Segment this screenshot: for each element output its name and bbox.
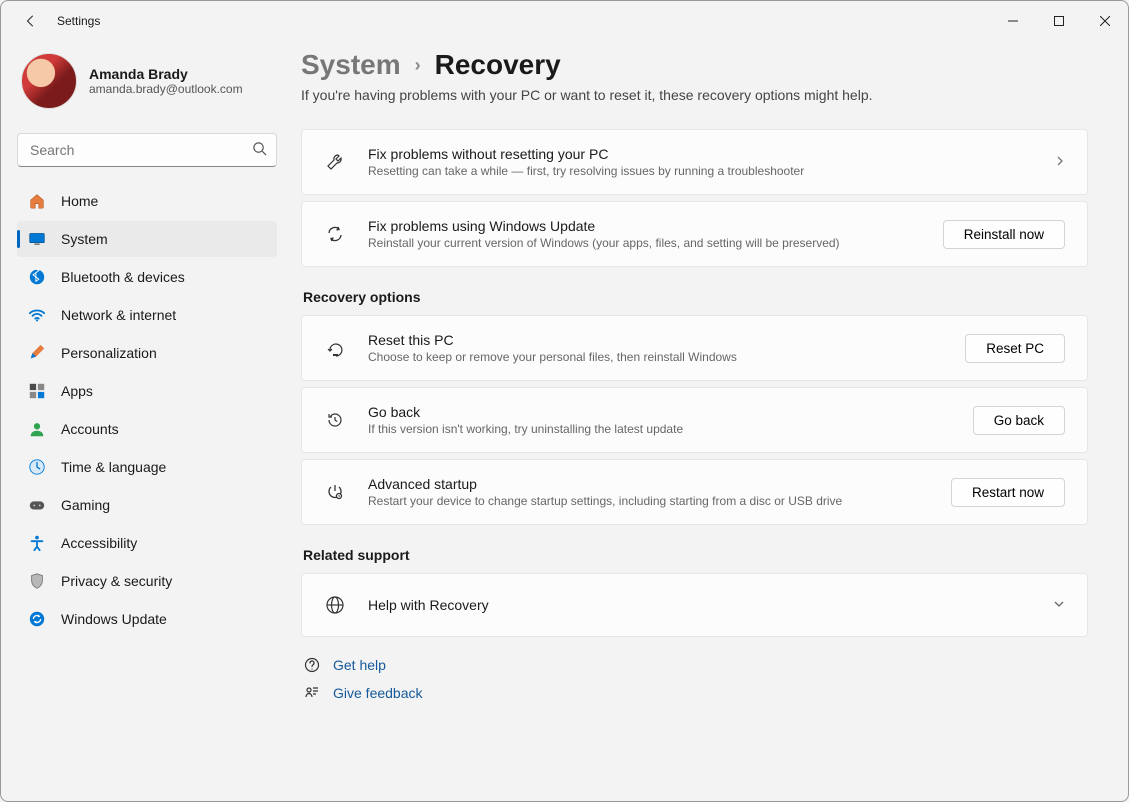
- related-card-title: Help with Recovery: [368, 597, 1031, 613]
- bluetooth-icon: [27, 267, 47, 287]
- nav-item-bluetooth-devices[interactable]: Bluetooth & devices: [17, 259, 277, 295]
- home-icon: [27, 191, 47, 211]
- breadcrumb-current: Recovery: [435, 49, 561, 81]
- section-related-title: Related support: [303, 547, 1088, 563]
- card-go-back: Go back If this version isn't working, tr…: [301, 387, 1088, 453]
- give-feedback-label: Give feedback: [333, 685, 423, 701]
- personalization-icon: [27, 343, 47, 363]
- card-title: Fix problems using Windows Update: [368, 218, 921, 234]
- breadcrumb-parent[interactable]: System: [301, 49, 401, 81]
- nav-label: Apps: [61, 383, 93, 399]
- restart-now-button[interactable]: Restart now: [951, 478, 1065, 507]
- minimize-button[interactable]: [990, 1, 1036, 41]
- get-help-link[interactable]: Get help: [303, 657, 1088, 673]
- nav-item-accessibility[interactable]: Accessibility: [17, 525, 277, 561]
- power-icon: [324, 481, 346, 503]
- reset-icon: [324, 337, 346, 359]
- nav-label: System: [61, 231, 108, 247]
- history-icon: [324, 409, 346, 431]
- search-input[interactable]: [17, 133, 277, 167]
- footer-links: Get help Give feedback: [301, 657, 1088, 701]
- system-icon: [27, 229, 47, 249]
- profile-email: amanda.brady@outlook.com: [89, 82, 243, 96]
- card-desc: Choose to keep or remove your personal f…: [368, 350, 943, 364]
- reinstall-now-button[interactable]: Reinstall now: [943, 220, 1065, 249]
- nav-label: Time & language: [61, 459, 166, 475]
- get-help-label: Get help: [333, 657, 386, 673]
- card-title: Go back: [368, 404, 951, 420]
- gaming-icon: [27, 495, 47, 515]
- help-with-recovery-card[interactable]: Help with Recovery: [301, 573, 1088, 637]
- go-back-button[interactable]: Go back: [973, 406, 1065, 435]
- globe-icon: [324, 594, 346, 616]
- chevron-right-icon: ›: [415, 55, 421, 76]
- reset-pc-button[interactable]: Reset PC: [965, 334, 1065, 363]
- nav-item-time-language[interactable]: Time & language: [17, 449, 277, 485]
- card-desc: Reinstall your current version of Window…: [368, 236, 921, 250]
- avatar: [21, 53, 77, 109]
- card-title: Advanced startup: [368, 476, 929, 492]
- give-feedback-link[interactable]: Give feedback: [303, 685, 1088, 701]
- chevron-right-icon: [1055, 154, 1065, 170]
- app-title: Settings: [57, 14, 100, 28]
- feedback-icon: [303, 685, 321, 701]
- profile-name: Amanda Brady: [89, 66, 243, 82]
- time-language-icon: [27, 457, 47, 477]
- nav-label: Personalization: [61, 345, 157, 361]
- nav-label: Windows Update: [61, 611, 167, 627]
- breadcrumb: System › Recovery: [301, 49, 1088, 81]
- maximize-button[interactable]: [1036, 1, 1082, 41]
- section-recovery-title: Recovery options: [303, 289, 1088, 305]
- profile-block[interactable]: Amanda Brady amanda.brady@outlook.com: [17, 49, 277, 125]
- close-button[interactable]: [1082, 1, 1128, 41]
- search-icon: [252, 141, 267, 159]
- nav-label: Network & internet: [61, 307, 176, 323]
- card-desc: If this version isn't working, try unins…: [368, 422, 951, 436]
- maximize-icon: [1054, 16, 1064, 26]
- search-wrap: [17, 133, 277, 167]
- card-reset-this-pc: Reset this PC Choose to keep or remove yo…: [301, 315, 1088, 381]
- card-title: Reset this PC: [368, 332, 943, 348]
- nav-label: Privacy & security: [61, 573, 172, 589]
- help-icon: [303, 657, 321, 673]
- apps-icon: [27, 381, 47, 401]
- nav-label: Home: [61, 193, 98, 209]
- refresh-icon: [324, 223, 346, 245]
- nav-item-windows-update[interactable]: Windows Update: [17, 601, 277, 637]
- nav-item-home[interactable]: Home: [17, 183, 277, 219]
- card-fix-problems-using-windows-update: Fix problems using Windows Update Reinsta…: [301, 201, 1088, 267]
- nav-item-gaming[interactable]: Gaming: [17, 487, 277, 523]
- nav-label: Bluetooth & devices: [61, 269, 185, 285]
- privacy-icon: [27, 571, 47, 591]
- back-icon: [24, 14, 38, 28]
- minimize-icon: [1008, 16, 1018, 26]
- card-fix-problems-without-resetting-your-pc[interactable]: Fix problems without resetting your PC Re…: [301, 129, 1088, 195]
- update-icon: [27, 609, 47, 629]
- card-title: Fix problems without resetting your PC: [368, 146, 1033, 162]
- wifi-icon: [27, 305, 47, 325]
- accessibility-icon: [27, 533, 47, 553]
- nav-item-accounts[interactable]: Accounts: [17, 411, 277, 447]
- nav-item-apps[interactable]: Apps: [17, 373, 277, 409]
- nav-item-system[interactable]: System: [17, 221, 277, 257]
- page-subtitle: If you're having problems with your PC o…: [301, 87, 1088, 103]
- nav-label: Gaming: [61, 497, 110, 513]
- titlebar: Settings: [1, 1, 1128, 41]
- nav-item-network-internet[interactable]: Network & internet: [17, 297, 277, 333]
- wrench-icon: [324, 151, 346, 173]
- card-desc: Resetting can take a while — first, try …: [368, 164, 1033, 178]
- main: System › Recovery If you're having probl…: [301, 41, 1128, 801]
- nav-item-personalization[interactable]: Personalization: [17, 335, 277, 371]
- nav-item-privacy-security[interactable]: Privacy & security: [17, 563, 277, 599]
- nav: Home System Bluetooth & devices Network & i…: [17, 183, 277, 637]
- nav-label: Accounts: [61, 421, 119, 437]
- back-button[interactable]: [17, 7, 45, 35]
- card-advanced-startup: Advanced startup Restart your device to c…: [301, 459, 1088, 525]
- chevron-down-icon: [1053, 597, 1065, 613]
- sidebar: Amanda Brady amanda.brady@outlook.com Ho…: [1, 41, 301, 801]
- close-icon: [1100, 16, 1110, 26]
- accounts-icon: [27, 419, 47, 439]
- nav-label: Accessibility: [61, 535, 137, 551]
- card-desc: Restart your device to change startup se…: [368, 494, 929, 508]
